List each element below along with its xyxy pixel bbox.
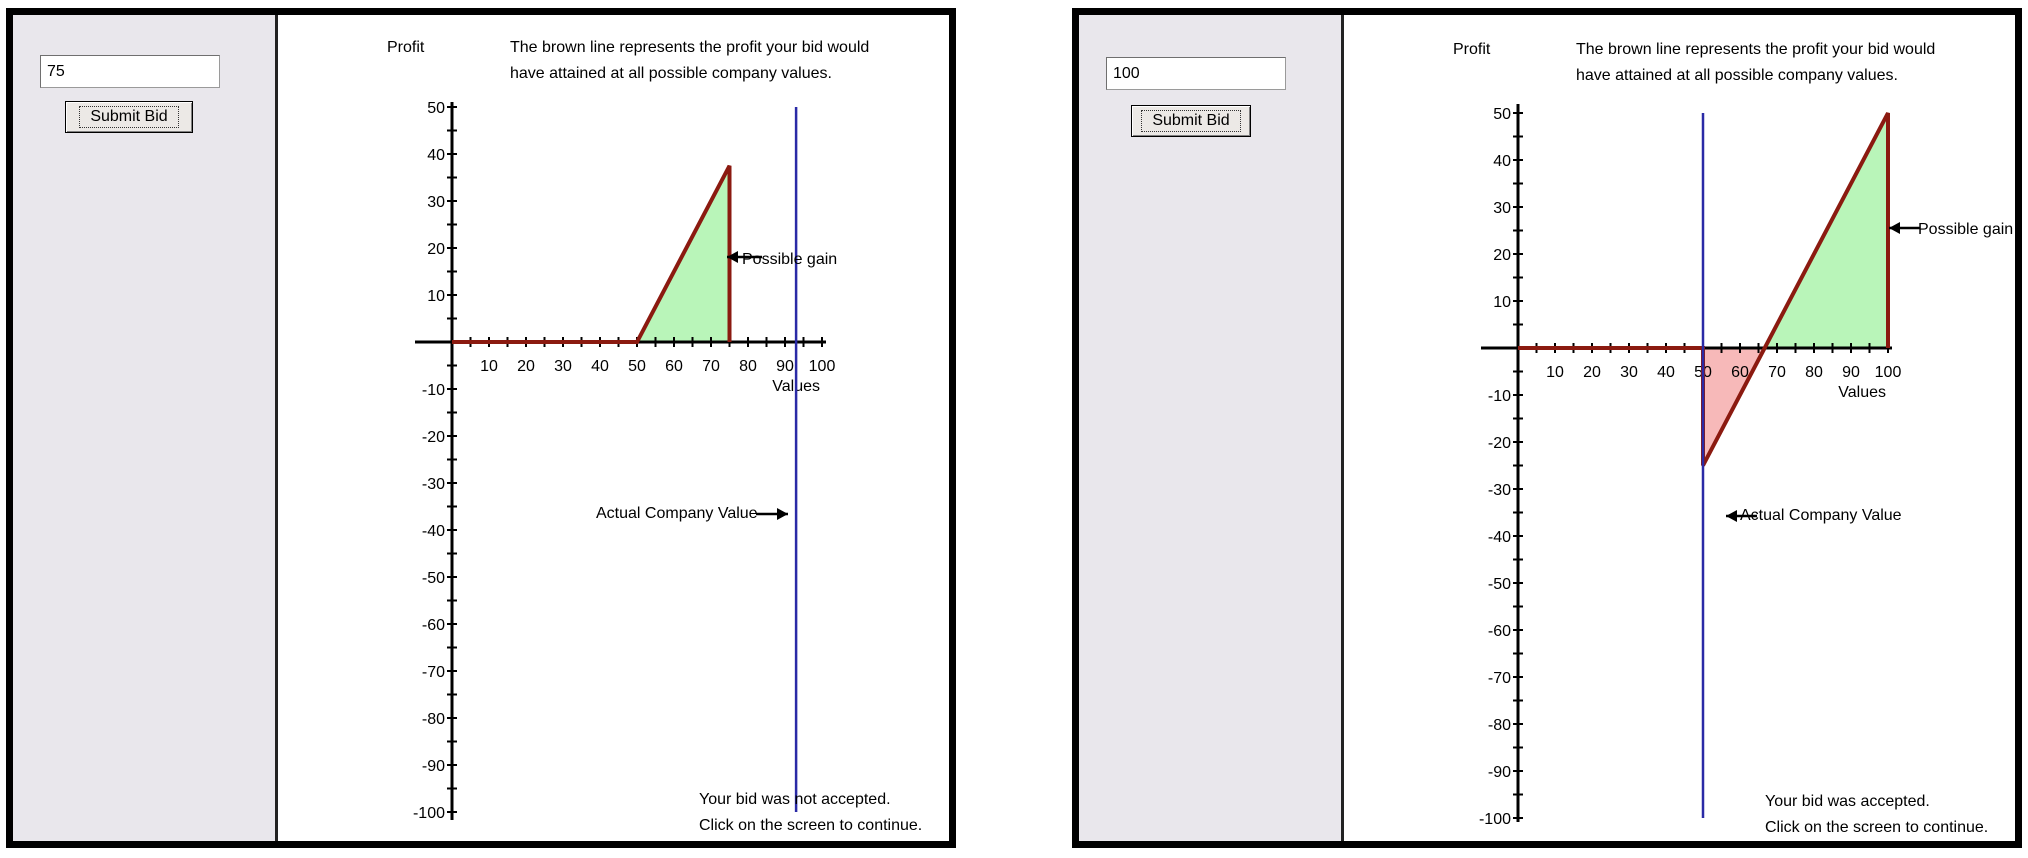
y-tick-label: -100 [1479, 811, 1511, 828]
y-tick-label: 20 [427, 241, 445, 258]
y-tick-label: -30 [422, 476, 445, 493]
y-tick-label: 30 [1493, 200, 1511, 217]
x-tick-label: 50 [628, 358, 646, 375]
y-tick-label: -50 [422, 570, 445, 587]
y-tick-label: 10 [427, 288, 445, 305]
x-tick-label: 60 [1731, 364, 1749, 381]
bid-status-line2: Click on the screen to continue. [699, 817, 923, 834]
y-axis-label: Profit [1453, 41, 1491, 58]
x-tick-label: 20 [517, 358, 535, 375]
y-tick-label: -90 [1488, 764, 1511, 781]
possible-gain-label: Possible gain [1918, 221, 2014, 238]
possible-gain-label: Possible gain [742, 251, 838, 268]
x-tick-label: 60 [665, 358, 683, 375]
actual-value-arrow-icon [777, 508, 788, 520]
y-tick-label: 50 [1493, 106, 1511, 123]
explanation-text-line2: have attained at all possible company va… [510, 65, 832, 82]
x-tick-label: 20 [1583, 364, 1601, 381]
x-tick-label: 30 [554, 358, 572, 375]
y-tick-label: 20 [1493, 247, 1511, 264]
y-tick-label: 50 [427, 100, 445, 117]
x-axis-label: Values [1838, 384, 1886, 401]
y-tick-label: -90 [422, 758, 445, 775]
possible-gain-arrow-icon [1889, 222, 1900, 234]
actual-value-arrow-icon [1726, 510, 1737, 522]
profit-chart[interactable]: 10 20 30 40 50 60 70 80 90 100 50 40 30 20 10 -10 -20 -30… [13, 15, 949, 841]
bid-window-2[interactable]: Submit Bid 10203040506070809010050403020… [1072, 8, 2022, 848]
x-tick-label: 100 [1875, 364, 1902, 381]
y-tick-label: 40 [427, 147, 445, 164]
explanation-text-line1: The brown line represents the profit you… [1576, 41, 1936, 58]
x-tick-label: 70 [702, 358, 720, 375]
y-tick-label: 10 [1493, 294, 1511, 311]
y-tick-label: 40 [1493, 153, 1511, 170]
y-tick-label: -80 [422, 711, 445, 728]
bid-status-line1: Your bid was accepted. [1765, 793, 1930, 810]
x-tick-label: 90 [776, 358, 794, 375]
bid-window-1[interactable]: Submit Bid 10203040506070809010050403020… [6, 8, 956, 848]
x-tick-label: 70 [1768, 364, 1786, 381]
x-tick-label: 90 [1842, 364, 1860, 381]
y-tick-label: -30 [1488, 482, 1511, 499]
x-tick-label: 30 [1620, 364, 1638, 381]
y-tick-label: -40 [1488, 529, 1511, 546]
y-tick-label: -80 [1488, 717, 1511, 734]
actual-company-value-label: Actual Company Value [1740, 507, 1902, 524]
y-tick-label: -40 [422, 523, 445, 540]
x-tick-label: 80 [739, 358, 757, 375]
y-tick-label: -20 [422, 429, 445, 446]
actual-company-value-label: Actual Company Value [596, 505, 758, 522]
y-tick-label: -10 [422, 382, 445, 399]
bid-status-line2: Click on the screen to continue. [1765, 819, 1989, 836]
x-tick-label: 100 [809, 358, 836, 375]
y-tick-label: -70 [1488, 670, 1511, 687]
y-tick-label: -60 [422, 617, 445, 634]
x-tick-label: 10 [480, 358, 498, 375]
y-tick-label: -10 [1488, 388, 1511, 405]
explanation-text-line2: have attained at all possible company va… [1576, 67, 1898, 84]
y-tick-label: 30 [427, 194, 445, 211]
y-tick-label: -100 [413, 805, 445, 822]
x-tick-label: 40 [591, 358, 609, 375]
y-axis-label: Profit [387, 39, 425, 56]
x-tick-label: 80 [1805, 364, 1823, 381]
bid-status-line1: Your bid was not accepted. [699, 791, 891, 808]
explanation-text-line1: The brown line represents the profit you… [510, 39, 870, 56]
y-tick-label: -60 [1488, 623, 1511, 640]
y-tick-label: -70 [422, 664, 445, 681]
x-tick-label: 40 [1657, 364, 1675, 381]
x-tick-label: 10 [1546, 364, 1564, 381]
y-tick-label: -50 [1488, 576, 1511, 593]
y-tick-label: -20 [1488, 435, 1511, 452]
profit-chart[interactable]: 1020304050607080901005040302010-10-20-30… [1079, 15, 2015, 841]
